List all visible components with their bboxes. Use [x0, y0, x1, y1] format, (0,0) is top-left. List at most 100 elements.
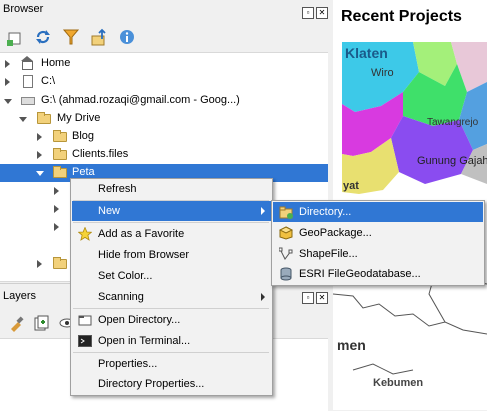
expand-arrow-icon[interactable] — [54, 187, 59, 195]
collapse-arrow-icon[interactable] — [19, 117, 27, 122]
browser-panel-buttons: ▫ ✕ — [300, 6, 328, 19]
map-label: Wiro — [371, 67, 394, 79]
expand-arrow-icon[interactable] — [5, 78, 10, 86]
database-icon — [279, 267, 293, 281]
expand-arrow-icon[interactable] — [37, 260, 42, 268]
close-panel-button[interactable]: ✕ — [316, 292, 328, 304]
menu-item-set-color[interactable]: Set Color... — [72, 266, 271, 286]
menu-item-label: Open in Terminal... — [98, 335, 191, 347]
folder-icon — [53, 130, 67, 142]
menu-item-refresh[interactable]: Refresh — [72, 179, 271, 199]
browser-panel-title: Browser — [3, 3, 44, 15]
geopackage-icon — [278, 226, 294, 240]
new-folder-icon — [279, 205, 293, 219]
collapse-all-icon[interactable] — [90, 28, 108, 46]
expand-arrow-icon[interactable] — [54, 205, 59, 213]
home-icon — [21, 56, 33, 70]
drive-icon — [23, 75, 33, 88]
collapse-arrow-icon[interactable] — [36, 171, 44, 176]
tree-item-my-drive[interactable]: My Drive — [0, 110, 328, 128]
menu-item-label: Add as a Favorite — [98, 228, 185, 240]
menu-item-properties[interactable]: Properties... — [72, 354, 271, 374]
refresh-icon[interactable] — [34, 28, 52, 46]
tree-item-label: Home — [41, 57, 71, 69]
filter-icon[interactable] — [62, 28, 80, 46]
add-group-icon[interactable] — [32, 314, 50, 335]
menu-item-label: ESRI FileGeodatabase... — [299, 268, 421, 280]
folder-icon — [78, 313, 92, 327]
collapse-arrow-icon[interactable] — [4, 99, 12, 104]
recent-projects-title: Recent Projects — [341, 8, 462, 25]
style-brush-icon[interactable] — [8, 314, 26, 335]
menu-item-label: Scanning — [98, 291, 144, 303]
menu-item-new-geopackage[interactable]: GeoPackage... — [273, 223, 483, 243]
menu-item-label: GeoPackage... — [299, 227, 372, 239]
layers-panel-buttons: ▫ ✕ — [300, 291, 328, 304]
tree-item-label: G:\ (ahmad.rozaqi@gmail.com - Goog...) — [41, 94, 240, 106]
float-panel-button[interactable]: ▫ — [302, 7, 314, 19]
map-boundary-line — [352, 363, 414, 375]
menu-item-new-shapefile[interactable]: ShapeFile... — [273, 244, 483, 264]
expand-arrow-icon[interactable] — [5, 60, 10, 68]
tree-item-label: Blog — [72, 130, 95, 142]
menu-item-scanning[interactable]: Scanning — [72, 287, 271, 307]
tree-item-label: Clients.files — [72, 148, 129, 160]
map-label: men — [337, 337, 366, 353]
menu-item-label: Properties... — [98, 358, 158, 370]
menu-item-label: ShapeFile... — [299, 248, 358, 260]
menu-item-new-esri-fgdb[interactable]: ESRI FileGeodatabase... — [273, 264, 483, 284]
map-boundary-line — [333, 293, 487, 335]
expand-arrow-icon[interactable] — [54, 223, 59, 231]
tree-item-clients-files[interactable]: Clients.files — [0, 146, 328, 164]
tree-item-blog[interactable]: Blog — [0, 128, 328, 146]
menu-item-label: Refresh — [98, 183, 137, 195]
menu-item-add-favorite[interactable]: Add as a Favorite — [72, 224, 271, 244]
layers-panel-title: Layers — [3, 290, 37, 302]
menu-item-label: Directory... — [299, 206, 352, 218]
menu-item-open-directory[interactable]: Open Directory... — [72, 310, 271, 330]
menu-item-label: Open Directory... — [98, 314, 181, 326]
submenu-arrow-icon — [261, 207, 265, 215]
menu-item-label: Hide from Browser — [98, 249, 190, 261]
drive-icon — [21, 97, 35, 105]
close-panel-button[interactable]: ✕ — [316, 7, 328, 19]
tree-item-label: C:\ — [41, 75, 56, 87]
menu-item-label: Set Color... — [98, 270, 153, 282]
menu-separator — [73, 308, 269, 309]
expand-arrow-icon[interactable] — [37, 151, 42, 159]
new-submenu: Directory... GeoPackage... ShapeFile... … — [271, 200, 485, 286]
map-label: Gunung Gajah — [417, 155, 487, 167]
tree-item-label: Peta — [72, 166, 95, 178]
tree-item-label: My Drive — [57, 112, 101, 124]
context-menu: Refresh New Add as a Favorite Hide from … — [70, 178, 273, 396]
menu-item-label: Directory Properties... — [98, 378, 205, 390]
map-label: Tawangrejo — [427, 117, 479, 128]
folder-icon — [53, 166, 67, 178]
terminal-icon — [78, 334, 92, 348]
map-label-klaten: Klaten — [345, 45, 388, 61]
tree-item-home[interactable]: Home — [0, 55, 328, 73]
info-icon[interactable] — [118, 28, 136, 46]
menu-item-directory-properties[interactable]: Directory Properties... — [72, 374, 271, 394]
map-label: Kebumen — [373, 377, 423, 389]
float-panel-button[interactable]: ▫ — [302, 292, 314, 304]
submenu-arrow-icon — [261, 293, 265, 301]
add-layer-icon[interactable] — [6, 28, 24, 46]
menu-item-new-directory[interactable]: Directory... — [273, 202, 483, 222]
star-icon — [77, 226, 93, 241]
menu-separator — [73, 352, 269, 353]
folder-icon — [53, 148, 67, 160]
menu-item-new[interactable]: New — [72, 201, 271, 221]
folder-icon — [37, 112, 51, 124]
expand-arrow-icon[interactable] — [37, 133, 42, 141]
menu-item-hide-from-browser[interactable]: Hide from Browser — [72, 245, 271, 265]
tree-item-g-drive[interactable]: G:\ (ahmad.rozaqi@gmail.com - Goog...) — [0, 92, 328, 110]
map-label: yat — [343, 180, 359, 192]
menu-separator — [73, 222, 269, 223]
browser-toolbar — [6, 28, 143, 46]
shapefile-icon — [278, 247, 293, 261]
menu-item-open-terminal[interactable]: Open in Terminal... — [72, 331, 271, 351]
menu-item-label: New — [98, 205, 121, 217]
folder-icon — [53, 257, 67, 269]
tree-item-c-drive[interactable]: C:\ — [0, 73, 328, 91]
